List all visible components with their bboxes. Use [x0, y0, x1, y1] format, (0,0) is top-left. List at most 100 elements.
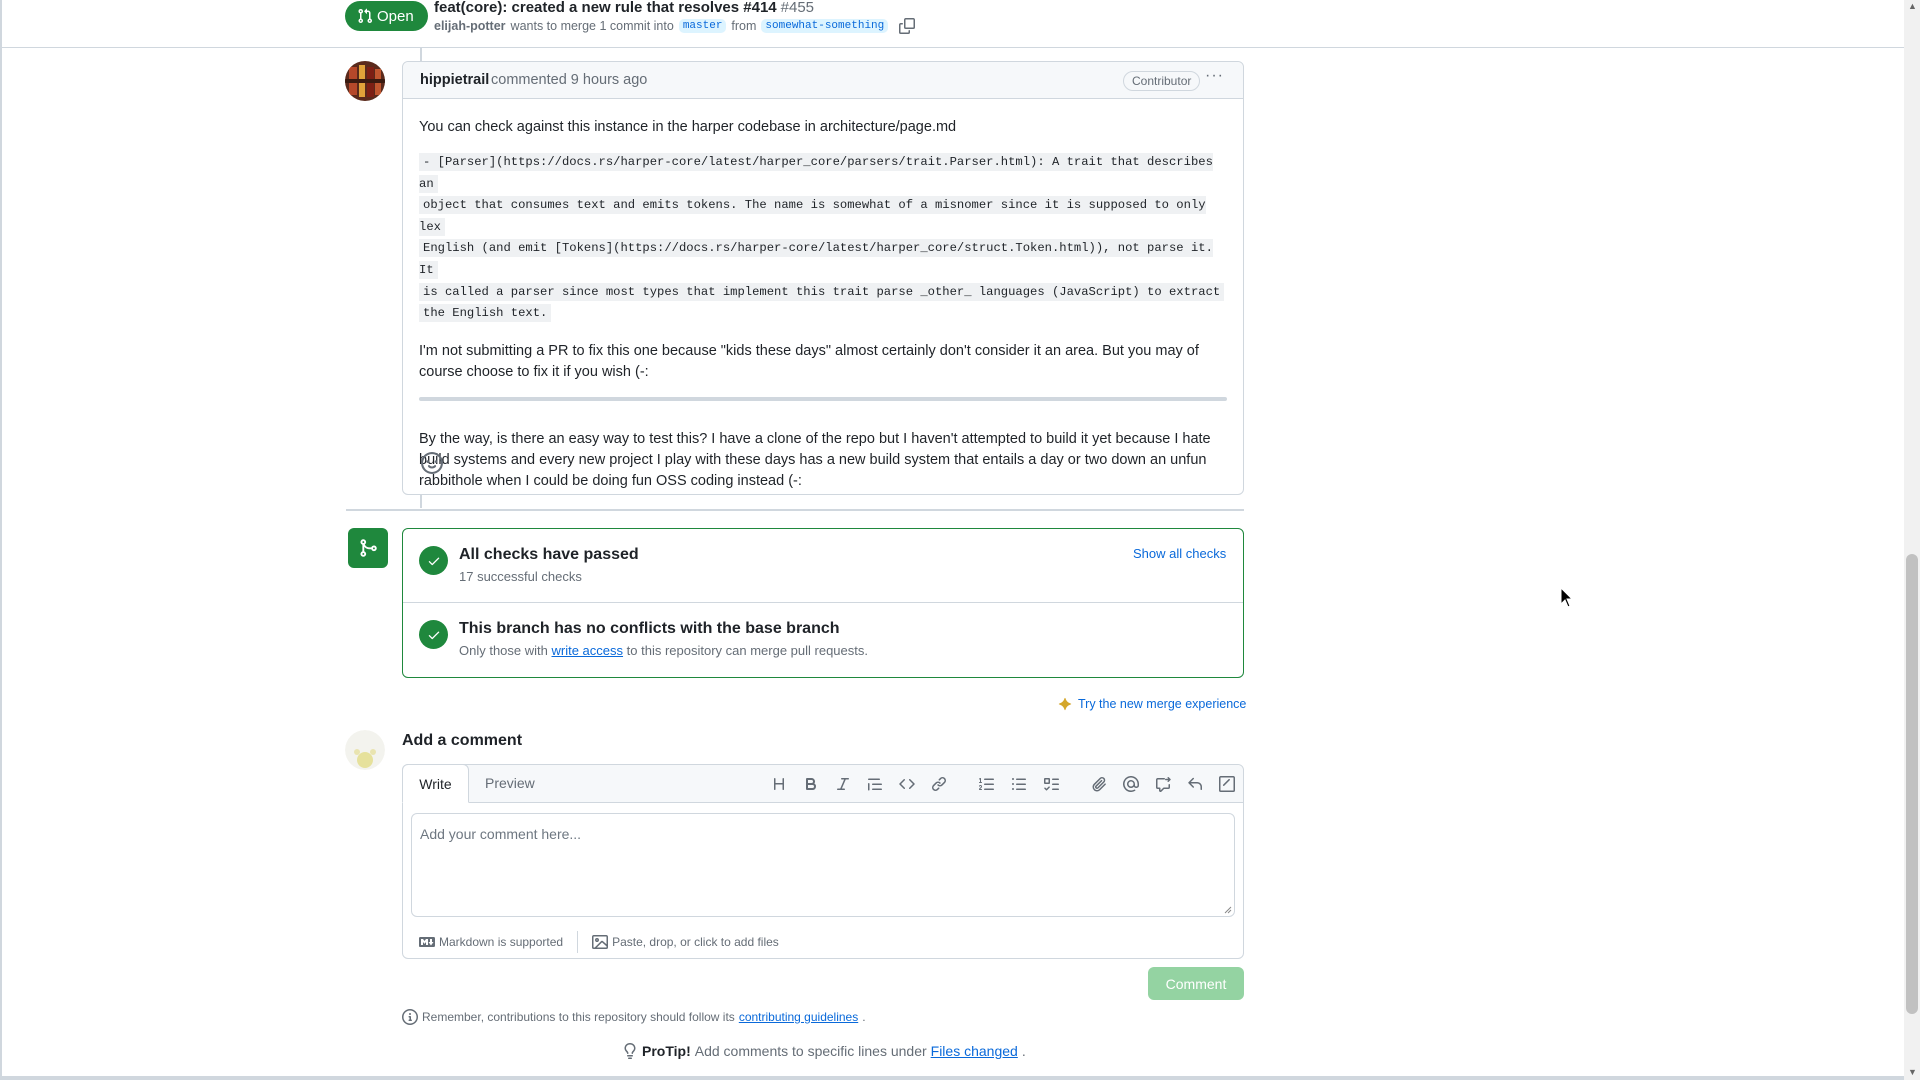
contribution-reminder: Remember, contributions to this reposito…: [402, 1009, 866, 1025]
comment-submit-button[interactable]: Comment: [1148, 967, 1244, 1000]
files-note: Paste, drop, or click to add files: [612, 935, 779, 949]
checks-row: All checks have passed 17 successful che…: [403, 529, 1243, 603]
check-icon: [419, 620, 448, 649]
pr-from-text: from: [731, 19, 757, 33]
editor-footer: Markdown is supported Paste, drop, or cl…: [419, 931, 779, 953]
mention-icon[interactable]: [1115, 774, 1147, 794]
head-branch[interactable]: somewhat-something: [761, 19, 889, 33]
show-all-checks-link[interactable]: Show all checks: [1133, 546, 1226, 561]
scrollbar-thumb[interactable]: [1906, 554, 1918, 1014]
add-reaction-icon[interactable]: [421, 452, 443, 474]
remember-text: Remember, contributions to this reposito…: [422, 1010, 735, 1024]
code-icon[interactable]: [891, 774, 923, 794]
try-new-merge-link[interactable]: Try the new merge experience: [1058, 697, 1246, 711]
avatar: [345, 730, 385, 770]
comment-card: hippietrail commented 9 hours ago Contri…: [402, 61, 1244, 495]
tab-preview[interactable]: Preview: [485, 775, 535, 791]
sticky-pr-header: Open feat(core): created a new rule that…: [2, 0, 1906, 48]
protip: ProTip! Add comments to specific lines u…: [622, 1043, 1026, 1059]
resize-handle-icon[interactable]: [1224, 906, 1232, 914]
conflicts-subtitle: Only those with write access to this rep…: [459, 643, 868, 658]
checks-subtitle: 17 successful checks: [459, 569, 582, 584]
protip-post: .: [1021, 1043, 1026, 1059]
horizontal-rule: [419, 396, 1227, 401]
merge-status-icon-box: [348, 528, 388, 568]
markdown-toolbar: [763, 774, 1243, 794]
task-list-icon[interactable]: [1035, 774, 1067, 794]
pr-title[interactable]: feat(core): created a new rule that reso…: [434, 0, 814, 16]
merge-box: All checks have passed 17 successful che…: [402, 528, 1244, 678]
check-icon: [419, 546, 448, 575]
conflicts-title: This branch has no conflicts with the ba…: [459, 620, 840, 637]
quote-icon[interactable]: [859, 774, 891, 794]
pr-state-label: Open: [377, 7, 414, 25]
comment-header: hippietrail commented 9 hours ago Contri…: [403, 62, 1243, 99]
pr-meta: elijah-potter wants to merge 1 commit in…: [434, 18, 916, 34]
files-changed-link[interactable]: Files changed: [931, 1043, 1018, 1059]
light-bulb-icon: [624, 1043, 636, 1059]
pr-author-link[interactable]: elijah-potter: [434, 19, 506, 33]
git-pull-request-icon: [358, 8, 373, 24]
avatar[interactable]: [345, 61, 385, 101]
sparkle-icon: [1058, 697, 1072, 711]
protip-label: ProTip!: [642, 1043, 691, 1059]
copy-icon[interactable]: [899, 18, 916, 34]
conflicts-sub-pre: Only those with: [459, 643, 548, 658]
comment-options-icon[interactable]: ···: [1205, 67, 1224, 85]
comment-author-link[interactable]: hippietrail: [420, 72, 489, 88]
image-icon: [592, 935, 609, 949]
code-line: object that consumes text and emits toke…: [419, 196, 1206, 236]
git-merge-icon: [360, 539, 377, 557]
bold-icon[interactable]: [795, 774, 827, 794]
markdown-supported-link[interactable]: Markdown is supported: [419, 934, 563, 950]
tab-write[interactable]: Write: [402, 764, 469, 803]
markdown-note: Markdown is supported: [439, 935, 564, 949]
cross-reference-icon[interactable]: [1147, 774, 1179, 794]
link-icon[interactable]: [923, 774, 955, 794]
attach-files-button[interactable]: Paste, drop, or click to add files: [592, 934, 779, 950]
base-branch[interactable]: master: [678, 19, 727, 33]
heading-icon[interactable]: [763, 774, 795, 794]
slash-command-icon[interactable]: [1211, 774, 1243, 794]
commenter-avatar-image: [345, 61, 385, 101]
markdown-icon: [419, 937, 435, 947]
timeline-separator: [346, 509, 1244, 511]
unordered-list-icon[interactable]: [1003, 774, 1035, 794]
comment-textarea[interactable]: Add your comment here...: [411, 813, 1235, 917]
comment-body: You can check against this instance in t…: [403, 99, 1243, 492]
conflicts-sub-post: to this repository can merge pull reques…: [626, 643, 868, 658]
editor-tabs: Write Preview: [402, 764, 1243, 803]
remember-post: .: [862, 1010, 866, 1024]
pr-title-text: feat(core): created a new rule that reso…: [434, 0, 777, 16]
current-user-avatar-image: [345, 730, 385, 770]
protip-text: Add comments to specific lines under: [694, 1043, 927, 1059]
mouse-cursor-icon: [1560, 587, 1574, 608]
pr-number: #455: [780, 0, 815, 16]
scroll-up-icon[interactable]: ▲: [1908, 2, 1917, 11]
pr-state-badge: Open: [345, 1, 428, 31]
checks-title: All checks have passed: [459, 546, 639, 563]
footer-divider: [577, 931, 579, 953]
code-line: English (and emit [Tokens](https://docs.…: [419, 239, 1213, 279]
reply-icon[interactable]: [1179, 774, 1211, 794]
pr-merge-text: wants to merge 1 commit into: [510, 19, 674, 33]
contributing-guidelines-link[interactable]: contributing guidelines: [739, 1010, 858, 1024]
write-access-link[interactable]: write access: [552, 643, 624, 658]
inline-code-block: - [Parser](https://docs.rs/harper-core/l…: [419, 152, 1227, 325]
comment-timestamp[interactable]: commented 9 hours ago: [491, 72, 647, 88]
contributor-badge: Contributor: [1123, 71, 1201, 91]
code-line: - [Parser](https://docs.rs/harper-core/l…: [419, 153, 1213, 193]
try-new-merge-label: Try the new merge experience: [1078, 697, 1247, 711]
conflicts-row: This branch has no conflicts with the ba…: [403, 603, 1243, 677]
scroll-down-icon[interactable]: ▼: [1908, 1068, 1917, 1077]
italic-icon[interactable]: [827, 774, 859, 794]
comment-paragraph: By the way, is there an easy way to test…: [419, 430, 1211, 489]
comment-editor: Write Preview Add your comment here... M…: [402, 764, 1244, 959]
page-scrollbar[interactable]: ▲ ▼: [1904, 0, 1920, 1080]
paperclip-icon[interactable]: [1083, 774, 1115, 794]
comment-paragraph: You can check against this instance in t…: [419, 119, 957, 135]
pull-request-page: Open feat(core): created a new rule that…: [0, 0, 1906, 1080]
ordered-list-icon[interactable]: [971, 774, 1003, 794]
code-line: the English text.: [419, 304, 552, 323]
add-comment-title: Add a comment: [402, 732, 523, 749]
